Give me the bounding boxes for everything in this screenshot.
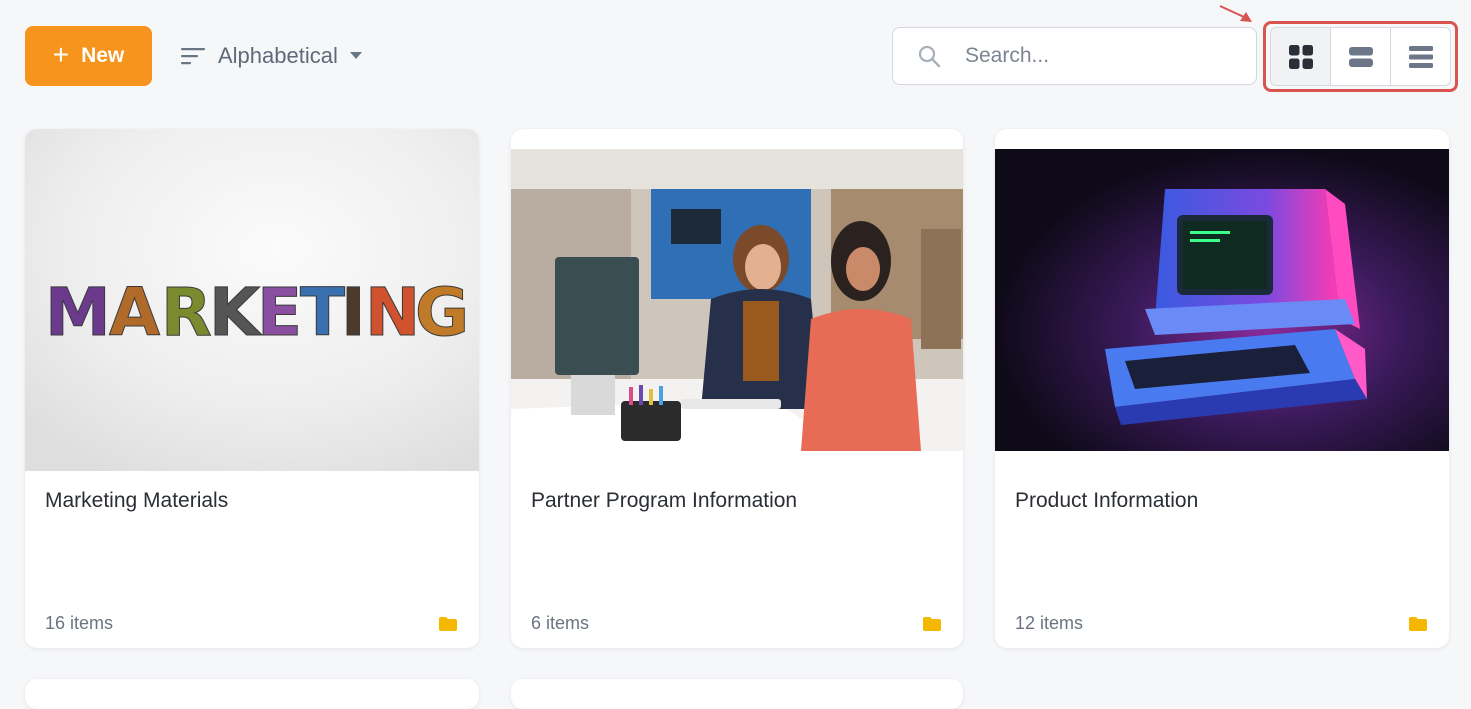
svg-text:N: N — [365, 274, 420, 351]
folder-title: Partner Program Information — [531, 489, 798, 512]
search-icon — [918, 45, 941, 68]
sort-icon — [181, 48, 205, 65]
grid-icon — [1288, 44, 1313, 69]
svg-text:I: I — [341, 274, 366, 351]
annotation-arrow-icon — [1219, 5, 1252, 22]
folder-card-peek[interactable] — [511, 679, 963, 709]
svg-text:K: K — [209, 274, 263, 351]
folder-title: Product Information — [1015, 489, 1199, 512]
rows-view-button[interactable] — [1331, 28, 1391, 85]
new-button-label: New — [81, 44, 125, 67]
rows-icon — [1348, 46, 1373, 67]
search-box[interactable] — [892, 27, 1257, 85]
list-icon — [1408, 45, 1433, 68]
marketing-letters-thumbnail: M A R K E T I N G — [25, 129, 479, 471]
list-view-button[interactable] — [1391, 28, 1450, 85]
folder-card-peek[interactable] — [25, 679, 479, 709]
svg-text:E: E — [257, 274, 302, 351]
sort-dropdown[interactable]: Alphabetical — [180, 38, 362, 74]
retro-computer-thumbnail — [995, 149, 1449, 451]
folder-card[interactable]: Partner Program Information 6 items — [511, 129, 963, 648]
svg-text:A: A — [109, 274, 160, 351]
svg-text:T: T — [300, 274, 345, 351]
folder-icon — [923, 617, 941, 631]
folder-title: Marketing Materials — [45, 489, 229, 512]
caret-down-icon — [349, 52, 362, 59]
folder-item-count: 16 items — [45, 613, 114, 633]
search-input[interactable] — [963, 43, 1227, 69]
grid-view-button[interactable] — [1271, 28, 1331, 85]
new-button[interactable]: + New — [25, 26, 152, 86]
view-mode-toggle[interactable] — [1270, 27, 1451, 86]
plus-icon: + — [52, 38, 70, 70]
folder-item-count: 12 items — [1015, 613, 1084, 633]
svg-text:M: M — [45, 274, 111, 351]
svg-text:G: G — [415, 274, 469, 351]
folder-icon — [1409, 617, 1427, 631]
svg-text:R: R — [161, 274, 212, 351]
folder-icon — [439, 617, 457, 631]
folder-card[interactable]: Product Information 12 items — [995, 129, 1449, 648]
office-meeting-thumbnail — [511, 149, 963, 451]
folder-card[interactable]: M A R K E T I N G Marketing Materials 16… — [25, 129, 479, 648]
folder-item-count: 6 items — [531, 613, 590, 633]
sort-label: Alphabetical — [218, 43, 338, 68]
